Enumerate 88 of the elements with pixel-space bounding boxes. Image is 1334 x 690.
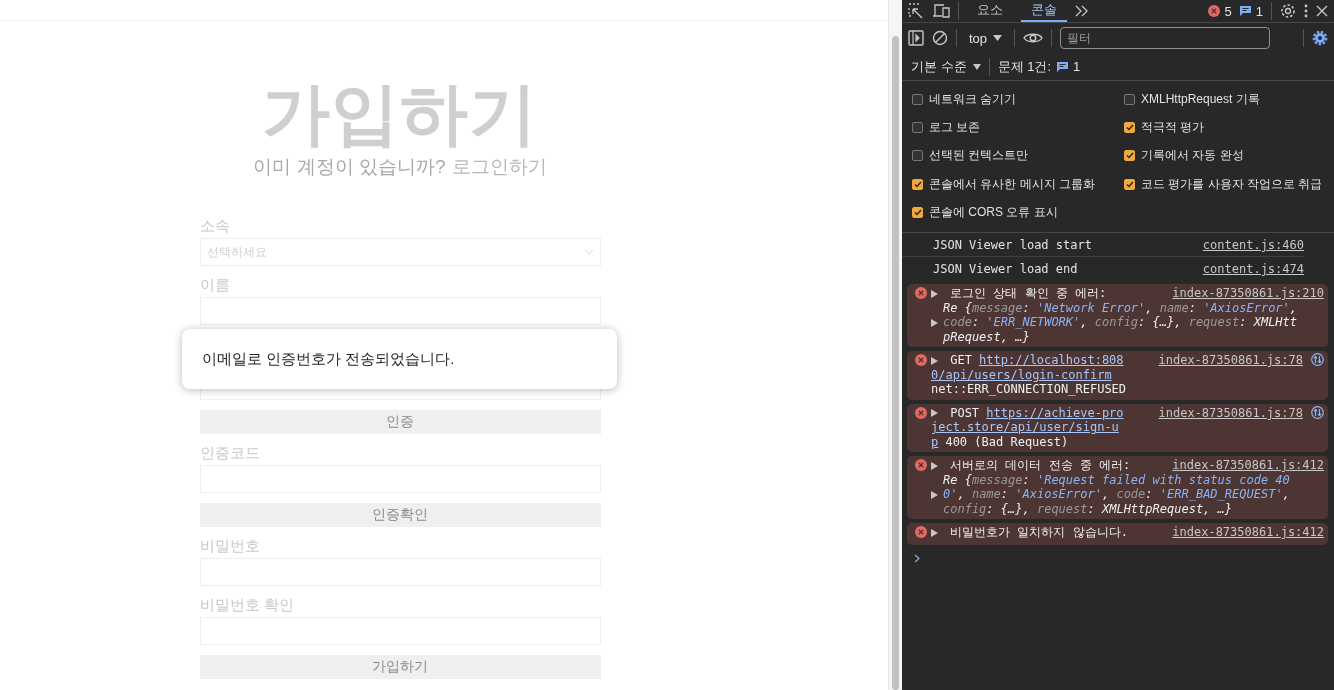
checkbox[interactable] xyxy=(1124,93,1135,105)
log-text: net::ERR_CONNECTION_REFUSED xyxy=(931,382,1127,397)
source-link[interactable]: index-87350861.js:412 xyxy=(1172,525,1324,540)
scrollbar-thumb[interactable] xyxy=(892,36,899,690)
clear-console-icon[interactable] xyxy=(932,30,948,46)
notification-toast: 이메일로 인증번호가 전송되었습니다. xyxy=(182,329,617,389)
setting-label: XMLHttpRequest 기록 xyxy=(1141,90,1260,108)
setting-label: 선택된 컨텍스트만 xyxy=(929,147,1029,165)
log-text: 비밀번호가 일치하지 않습니다. xyxy=(950,525,1128,540)
setting-label: 코드 평가를 사용자 작업으로 취급 xyxy=(1141,175,1323,193)
object-preview: 0', name: 'AxiosError', code: 'ERR_BAD_REQUEST', xyxy=(943,487,1290,502)
checkbox[interactable] xyxy=(912,121,923,133)
source-link[interactable]: index-87350861.js:210 xyxy=(1172,286,1324,301)
setting-label: 로그 보존 xyxy=(929,118,981,136)
checkbox[interactable] xyxy=(1124,178,1135,190)
source-link[interactable]: content.js:474 xyxy=(1202,262,1304,276)
object-preview: code: 'ERR_NETWORK', config: {…}, request: XMLHtt xyxy=(943,315,1298,330)
source-link[interactable]: content.js:460 xyxy=(1202,238,1304,252)
source-link[interactable]: index-87350861.js:78 xyxy=(1158,353,1303,368)
filter-field[interactable]: 필터 xyxy=(1060,27,1271,49)
message-icon xyxy=(1239,6,1251,16)
source-link[interactable]: index-87350861.js:78 xyxy=(1158,406,1303,421)
settings-icon[interactable] xyxy=(1280,3,1296,19)
checkbox[interactable] xyxy=(912,150,923,162)
error-icon xyxy=(915,459,927,472)
object-preview: Re {message: 'Request failed with status code 40 xyxy=(943,473,1290,488)
checkbox[interactable] xyxy=(1124,121,1135,133)
setting-label: 콘솔에서 유사한 메시지 그룹화 xyxy=(929,175,1095,193)
error-icon xyxy=(915,526,927,539)
chevron-down-icon xyxy=(583,249,594,255)
log-link[interactable]: 0/api/users/login-confirm xyxy=(931,368,1112,383)
devtools-tab[interactable]: 콘솔 xyxy=(1021,0,1067,22)
error-count[interactable]: 5 xyxy=(1224,3,1232,19)
inspect-element-icon[interactable] xyxy=(908,3,924,19)
expand-triangle-icon[interactable] xyxy=(931,461,938,470)
log-text: 서버로의 데이터 전송 중 에러: xyxy=(950,458,1131,473)
log-level-dropdown[interactable]: 기본 수준 xyxy=(911,57,981,76)
log-text: JSON Viewer load start xyxy=(933,238,1092,252)
object-preview: Re {message: 'Network Error', name: 'AxiosError', xyxy=(943,301,1298,316)
more-tabs-icon[interactable] xyxy=(1075,5,1089,17)
log-text: POST xyxy=(950,406,980,421)
checkbox[interactable] xyxy=(912,93,923,105)
eye-icon[interactable] xyxy=(1023,32,1044,44)
expand-triangle-icon[interactable] xyxy=(931,356,938,365)
log-text: 400 (Bad Request) xyxy=(945,435,1069,450)
checkbox[interactable] xyxy=(912,206,923,218)
log-text: 로그인 상태 확인 중 에러: xyxy=(950,286,1107,301)
issues-count[interactable]: 1 xyxy=(1073,59,1081,74)
context-selector[interactable]: top xyxy=(965,30,1007,46)
log-text: GET xyxy=(950,353,972,368)
checkbox[interactable] xyxy=(1124,150,1135,162)
setting-label: 적극적 평가 xyxy=(1141,118,1205,136)
network-request-icon[interactable] xyxy=(1311,406,1324,419)
error-icon xyxy=(1207,5,1220,17)
subtitle-text: 이미 계정이 있습니까? xyxy=(253,155,446,179)
sidebar-toggle-icon[interactable] xyxy=(908,30,924,46)
network-request-icon[interactable] xyxy=(1311,353,1324,367)
error-icon xyxy=(915,354,927,367)
expand-triangle-icon[interactable] xyxy=(931,289,938,298)
setting-label: 기록에서 자동 완성 xyxy=(1141,147,1244,165)
caret-icon xyxy=(993,35,1003,41)
log-link[interactable]: http://localhost:808 xyxy=(979,353,1124,368)
setting-label: 네트워크 숨기기 xyxy=(929,90,1017,108)
expand-triangle-icon[interactable] xyxy=(931,409,938,418)
device-toolbar-icon[interactable] xyxy=(932,3,950,19)
expand-triangle-icon[interactable] xyxy=(931,490,938,499)
object-preview: config: {…}, request: XMLHttpRequest, …} xyxy=(943,502,1232,517)
message-icon xyxy=(1057,61,1069,72)
close-icon[interactable] xyxy=(1316,5,1328,17)
console-settings-icon[interactable] xyxy=(1312,30,1328,46)
log-link[interactable]: p xyxy=(931,435,939,450)
error-icon xyxy=(915,287,927,300)
log-link[interactable]: ject.store/api/user/sign-u xyxy=(931,420,1119,435)
devtools-tab[interactable]: 요소 xyxy=(967,0,1013,22)
issue-count[interactable]: 1 xyxy=(1255,3,1263,19)
checkbox[interactable] xyxy=(912,178,923,190)
caret-icon xyxy=(972,63,981,70)
log-text: JSON Viewer load end xyxy=(933,262,1078,276)
log-link[interactable]: https://achieve-pro xyxy=(986,406,1124,421)
expand-triangle-icon[interactable] xyxy=(931,318,938,327)
error-icon xyxy=(915,407,927,419)
object-preview: pRequest, …} xyxy=(943,330,1030,345)
issues-label: 문제 1건: xyxy=(997,57,1052,76)
more-options-icon[interactable] xyxy=(1304,4,1308,18)
prompt-chevron-icon[interactable] xyxy=(914,554,920,563)
setting-label: 콘솔에 CORS 오류 표시 xyxy=(929,203,1058,221)
source-link[interactable]: index-87350861.js:412 xyxy=(1172,458,1324,473)
expand-triangle-icon[interactable] xyxy=(931,528,938,537)
